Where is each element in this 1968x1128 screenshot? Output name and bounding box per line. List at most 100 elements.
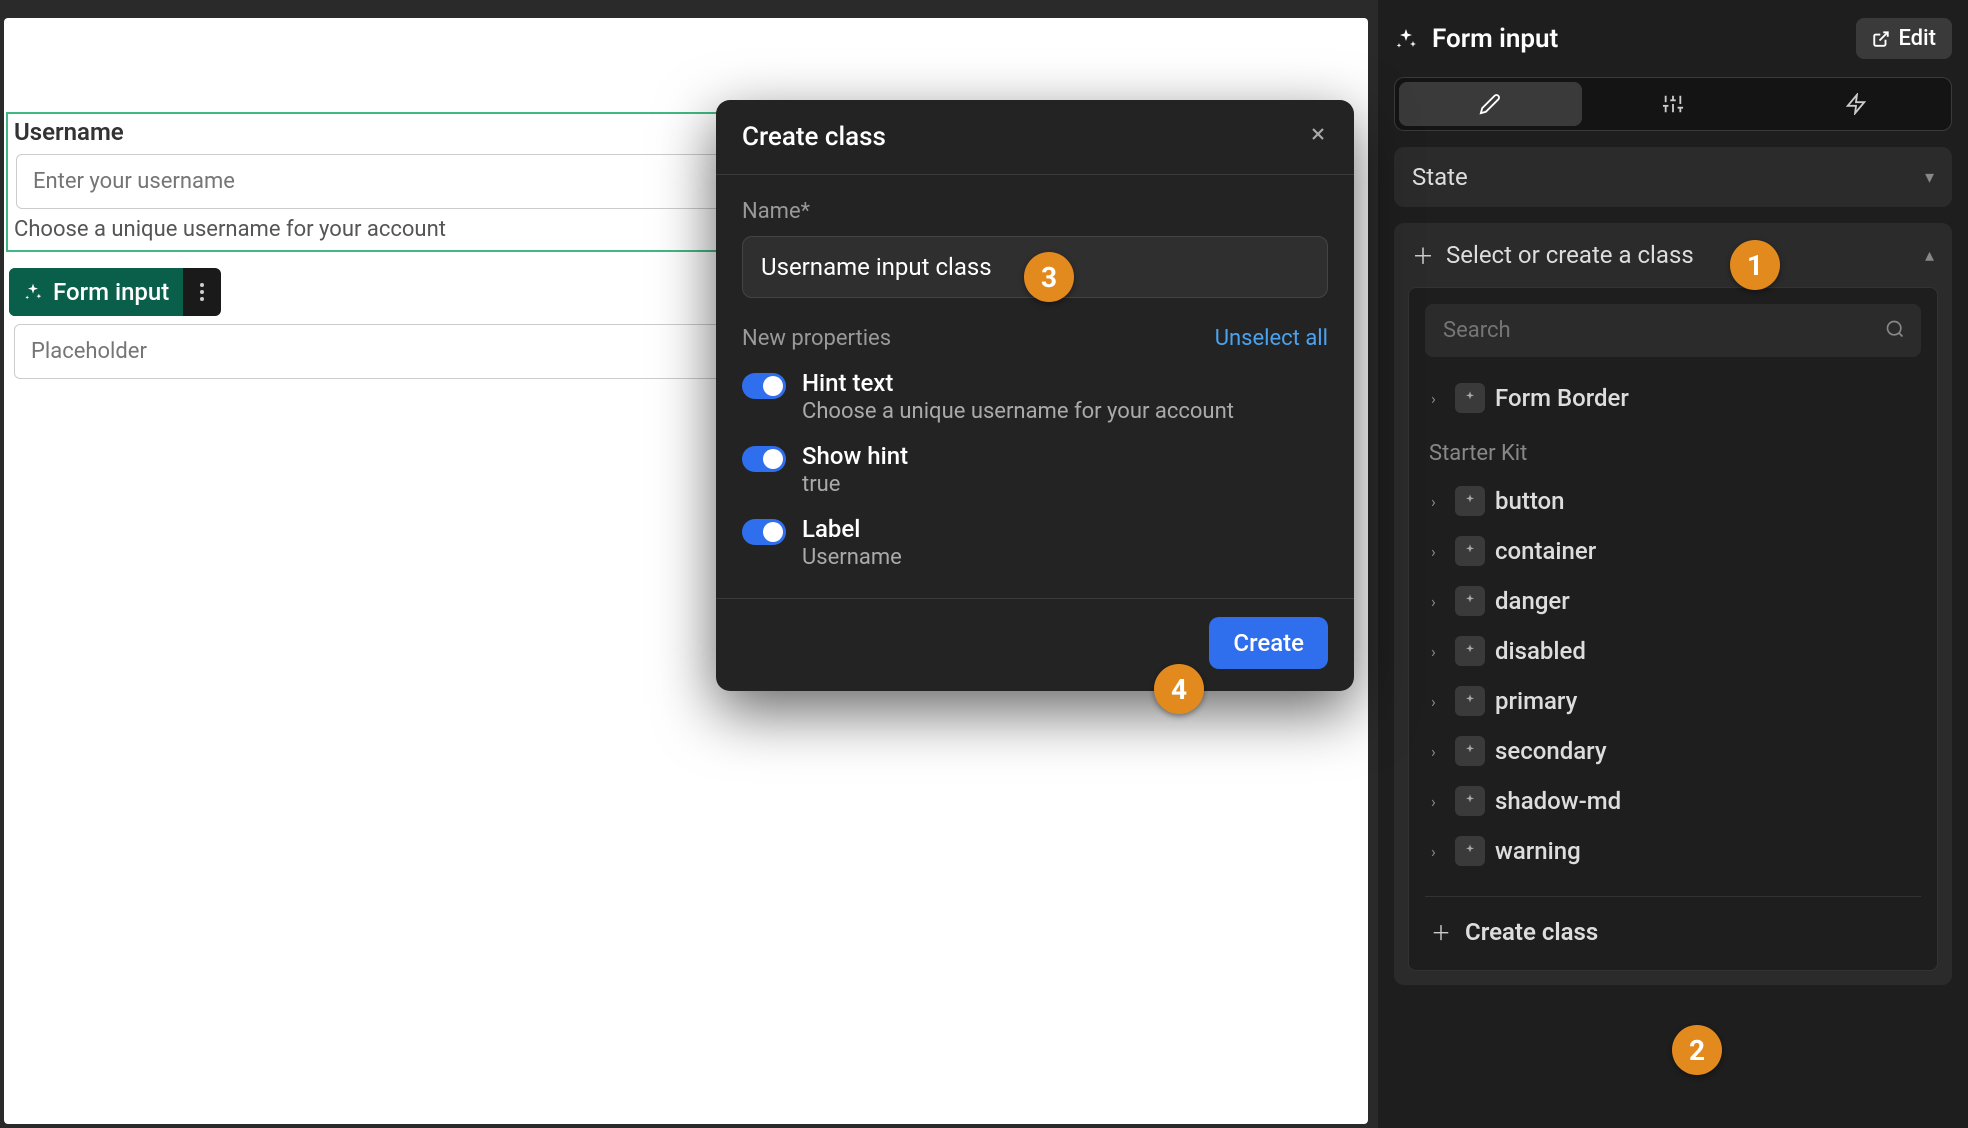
prop-row-label: Label Username (742, 515, 1328, 570)
class-item-warning[interactable]: › warning (1425, 826, 1921, 876)
element-badge-menu[interactable] (183, 268, 221, 316)
step-badge-4: 4 (1154, 664, 1204, 714)
props-title: New properties (742, 326, 891, 351)
more-vertical-icon (195, 282, 209, 302)
class-item-label: disabled (1495, 637, 1586, 665)
class-item-primary[interactable]: › primary (1425, 676, 1921, 726)
class-item-icon (1455, 836, 1485, 866)
prop-row-hint-text: Hint text Choose a unique username for y… (742, 369, 1328, 424)
prop-name: Label (802, 515, 1328, 543)
class-item-secondary[interactable]: › secondary (1425, 726, 1921, 776)
plus-icon: ＋ (1431, 917, 1451, 946)
class-item-shadow-md[interactable]: › shadow-md (1425, 776, 1921, 826)
state-label: State (1412, 163, 1468, 191)
class-header-label: Select or create a class (1446, 241, 1694, 269)
prop-value: true (802, 472, 1328, 497)
chevron-right-icon: › (1431, 542, 1445, 561)
chevron-down-icon: ▾ (1925, 167, 1934, 188)
bolt-icon (1845, 93, 1867, 115)
prop-name: Show hint (802, 442, 1328, 470)
external-link-icon (1872, 30, 1890, 48)
tab-content[interactable] (1399, 82, 1582, 126)
modal-body: Name* New properties Unselect all Hint t… (716, 175, 1354, 598)
class-item-label: warning (1495, 837, 1581, 865)
sidebar-header: Form input Edit (1394, 18, 1952, 59)
element-badge-main[interactable]: Form input (9, 268, 183, 316)
modal-header: Create class (716, 100, 1354, 175)
create-class-modal: Create class Name* New properties Unsele… (716, 100, 1354, 691)
class-item-label: container (1495, 537, 1596, 565)
class-search-wrap (1425, 304, 1921, 357)
class-item-form-border[interactable]: › Form Border (1425, 373, 1921, 423)
username-input[interactable] (16, 154, 758, 209)
chevron-right-icon: › (1431, 842, 1445, 861)
chevron-right-icon: › (1431, 389, 1445, 408)
class-item-button[interactable]: › button (1425, 476, 1921, 526)
prop-value: Choose a unique username for your accoun… (802, 399, 1328, 424)
prop-row-show-hint: Show hint true (742, 442, 1328, 497)
toggle-label[interactable] (742, 519, 786, 545)
element-badge-label: Form input (53, 278, 169, 306)
class-item-icon (1455, 383, 1485, 413)
close-icon (1308, 124, 1328, 144)
tab-settings[interactable] (1582, 82, 1765, 126)
chevron-up-icon: ▴ (1925, 245, 1934, 266)
class-item-label: primary (1495, 687, 1577, 715)
form-input-selected[interactable]: Username Choose a unique username for yo… (6, 112, 768, 252)
class-group-label: Starter Kit (1429, 441, 1921, 466)
unselect-all-link[interactable]: Unselect all (1215, 326, 1328, 351)
modal-footer: Create (716, 598, 1354, 691)
class-item-label: Form Border (1495, 384, 1629, 412)
class-item-container[interactable]: › container (1425, 526, 1921, 576)
class-item-icon (1455, 686, 1485, 716)
class-item-label: danger (1495, 587, 1570, 615)
toggle-hint-text[interactable] (742, 373, 786, 399)
sliders-icon (1662, 93, 1684, 115)
toggle-show-hint[interactable] (742, 446, 786, 472)
sidebar-tabs (1394, 77, 1952, 131)
step-badge-3: 3 (1024, 252, 1074, 302)
class-item-icon (1455, 536, 1485, 566)
form-input-unselected[interactable] (8, 318, 766, 385)
sidebar-title: Form input (1432, 24, 1842, 54)
form-hint: Choose a unique username for your accoun… (10, 215, 764, 248)
prop-name: Hint text (802, 369, 1328, 397)
placeholder-input[interactable] (14, 324, 760, 379)
chevron-right-icon: › (1431, 492, 1445, 511)
create-class-row[interactable]: ＋ Create class (1425, 896, 1921, 954)
class-panel-header[interactable]: ＋ Select or create a class ▴ (1394, 223, 1952, 287)
class-item-disabled[interactable]: › disabled (1425, 626, 1921, 676)
class-search-input[interactable] (1425, 304, 1921, 357)
sparkle-icon (23, 282, 43, 302)
create-class-label: Create class (1465, 918, 1598, 946)
name-field-label: Name* (742, 199, 1328, 224)
pencil-icon (1479, 93, 1501, 115)
class-item-icon (1455, 736, 1485, 766)
class-item-label: button (1495, 487, 1565, 515)
class-panel-body: › Form Border Starter Kit › button › con… (1408, 287, 1938, 971)
create-button[interactable]: Create (1209, 617, 1328, 669)
class-panel: ＋ Select or create a class ▴ › Form Bord… (1394, 223, 1952, 985)
step-badge-1: 1 (1730, 240, 1780, 290)
edit-button-label: Edit (1898, 26, 1936, 51)
state-section[interactable]: State ▾ (1394, 147, 1952, 207)
close-button[interactable] (1308, 124, 1328, 150)
class-list: › Form Border Starter Kit › button › con… (1425, 373, 1921, 954)
tab-actions[interactable] (1764, 82, 1947, 126)
chevron-right-icon: › (1431, 642, 1445, 661)
chevron-right-icon: › (1431, 742, 1445, 761)
plus-icon: ＋ (1412, 239, 1434, 271)
class-item-label: secondary (1495, 737, 1607, 765)
inspector-sidebar: Form input Edit State ▾ ＋ Select or crea… (1378, 0, 1968, 1128)
class-item-danger[interactable]: › danger (1425, 576, 1921, 626)
modal-title: Create class (742, 122, 886, 152)
class-item-icon (1455, 486, 1485, 516)
prop-value: Username (802, 545, 1328, 570)
class-item-icon (1455, 786, 1485, 816)
edit-button[interactable]: Edit (1856, 18, 1952, 59)
step-badge-2: 2 (1672, 1025, 1722, 1075)
class-item-label: shadow-md (1495, 787, 1621, 815)
element-badge: Form input (9, 268, 221, 316)
class-item-icon (1455, 636, 1485, 666)
form-label: Username (10, 116, 764, 148)
